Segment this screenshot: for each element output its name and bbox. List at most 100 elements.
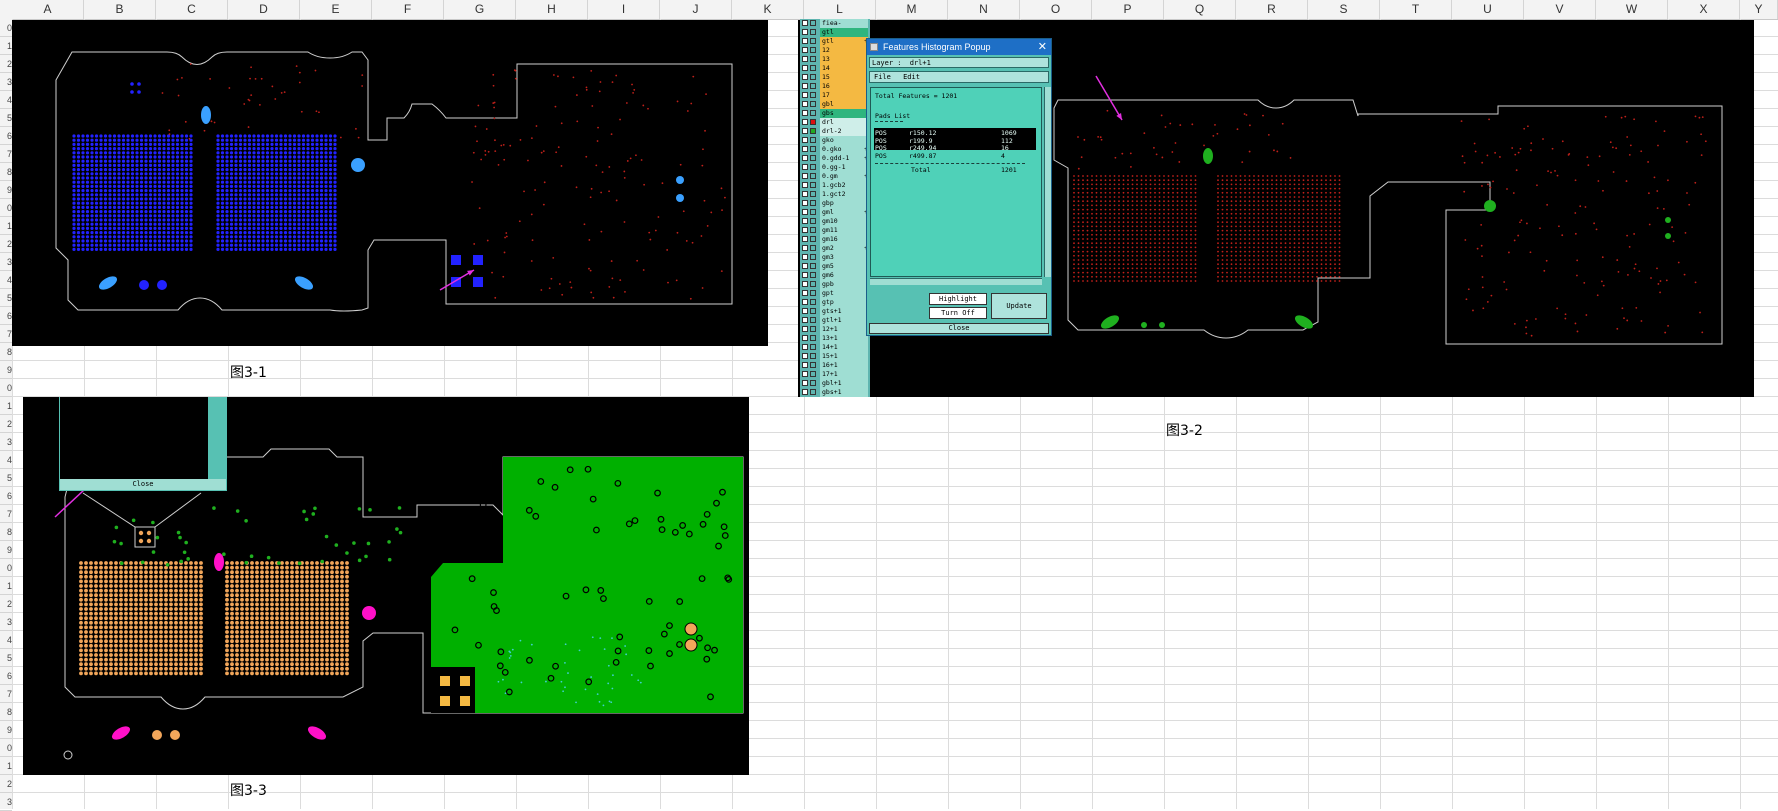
row-header[interactable]: 1 bbox=[0, 397, 12, 415]
layer-color-box[interactable] bbox=[810, 317, 816, 323]
layer-item[interactable]: 12 bbox=[800, 46, 870, 55]
layer-checkbox[interactable] bbox=[802, 290, 808, 296]
layer-item[interactable]: gpb bbox=[800, 280, 870, 289]
highlight-button[interactable]: Highlight bbox=[929, 293, 987, 305]
column-header-i[interactable]: I bbox=[588, 0, 660, 19]
layer-item[interactable]: gtl+ bbox=[800, 37, 870, 46]
layer-checkbox[interactable] bbox=[802, 83, 808, 89]
layer-checkbox[interactable] bbox=[802, 128, 808, 134]
column-header-v[interactable]: V bbox=[1524, 0, 1596, 19]
column-header-n[interactable]: N bbox=[948, 0, 1020, 19]
layer-item[interactable]: 0.gg-1 bbox=[800, 163, 870, 172]
layer-item[interactable]: 1.gct2 bbox=[800, 190, 870, 199]
layer-color-box[interactable] bbox=[810, 362, 816, 368]
layer-color-box[interactable] bbox=[810, 47, 816, 53]
layer-item[interactable]: 0.gdd-1+ bbox=[800, 154, 870, 163]
layer-list-panel[interactable]: fiea-gtlgtl+121314151617gblgbsdrldrl-2gk… bbox=[800, 19, 870, 397]
vertical-scrollbar[interactable] bbox=[1044, 87, 1051, 277]
layer-item[interactable]: 15+1 bbox=[800, 352, 870, 361]
row-header[interactable]: 0 bbox=[0, 739, 12, 757]
column-header-a[interactable]: A bbox=[12, 0, 84, 19]
row-header[interactable]: 3 bbox=[0, 253, 12, 271]
figure-3-1-image[interactable] bbox=[12, 20, 768, 346]
layer-color-box[interactable] bbox=[810, 164, 816, 170]
layer-checkbox[interactable] bbox=[802, 317, 808, 323]
row-header[interactable]: 4 bbox=[0, 271, 12, 289]
row-header[interactable]: 8 bbox=[0, 163, 12, 181]
row-header[interactable]: 1 bbox=[0, 37, 12, 55]
row-header[interactable]: 6 bbox=[0, 487, 12, 505]
layer-item[interactable]: drl bbox=[800, 118, 870, 127]
layer-checkbox[interactable] bbox=[802, 353, 808, 359]
row-header[interactable]: 2 bbox=[0, 415, 12, 433]
row-header[interactable]: 4 bbox=[0, 91, 12, 109]
layer-color-box[interactable] bbox=[810, 29, 816, 35]
layer-item[interactable]: 16 bbox=[800, 82, 870, 91]
row-header[interactable]: 3 bbox=[0, 793, 12, 811]
row-header[interactable]: 5 bbox=[0, 289, 12, 307]
row-header[interactable]: 3 bbox=[0, 73, 12, 91]
close-button[interactable]: Close bbox=[869, 323, 1049, 334]
layer-color-box[interactable] bbox=[810, 371, 816, 377]
layer-checkbox[interactable] bbox=[802, 119, 808, 125]
layer-color-box[interactable] bbox=[810, 173, 816, 179]
row-header[interactable]: 0 bbox=[0, 199, 12, 217]
layer-checkbox[interactable] bbox=[802, 137, 808, 143]
layer-item[interactable]: gbl+1 bbox=[800, 379, 870, 388]
layer-color-box[interactable] bbox=[810, 128, 816, 134]
layer-item[interactable]: fiea- bbox=[800, 19, 870, 28]
layer-item[interactable]: gm3 bbox=[800, 253, 870, 262]
layer-item[interactable]: 0.gko+ bbox=[800, 145, 870, 154]
layer-color-box[interactable] bbox=[810, 65, 816, 71]
layer-color-box[interactable] bbox=[810, 83, 816, 89]
features-histogram-popup[interactable]: Features Histogram Popup ✕ Layer : drl+1… bbox=[866, 38, 1052, 336]
layer-checkbox[interactable] bbox=[802, 200, 808, 206]
layer-checkbox[interactable] bbox=[802, 110, 808, 116]
layer-checkbox[interactable] bbox=[802, 389, 808, 395]
layer-color-box[interactable] bbox=[810, 227, 816, 233]
layer-color-box[interactable] bbox=[810, 119, 816, 125]
layer-item[interactable]: gbp bbox=[800, 199, 870, 208]
row-header[interactable]: 5 bbox=[0, 649, 12, 667]
layer-checkbox[interactable] bbox=[802, 263, 808, 269]
row-header[interactable]: 2 bbox=[0, 235, 12, 253]
update-button[interactable]: Update bbox=[991, 293, 1047, 319]
horizontal-scrollbar[interactable] bbox=[870, 278, 1042, 285]
layer-color-box[interactable] bbox=[810, 335, 816, 341]
layer-item[interactable]: gko bbox=[800, 136, 870, 145]
layer-color-box[interactable] bbox=[810, 380, 816, 386]
layer-checkbox[interactable] bbox=[802, 92, 808, 98]
column-header-m[interactable]: M bbox=[876, 0, 948, 19]
row-header[interactable]: 1 bbox=[0, 757, 12, 775]
layer-item[interactable]: 14 bbox=[800, 64, 870, 73]
column-header-l[interactable]: L bbox=[804, 0, 876, 19]
layer-color-box[interactable] bbox=[810, 290, 816, 296]
column-header-e[interactable]: E bbox=[300, 0, 372, 19]
layer-checkbox[interactable] bbox=[802, 209, 808, 215]
layer-color-box[interactable] bbox=[810, 155, 816, 161]
column-header-d[interactable]: D bbox=[228, 0, 300, 19]
layer-checkbox[interactable] bbox=[802, 65, 808, 71]
row-header[interactable]: 5 bbox=[0, 469, 12, 487]
row-header[interactable]: 1 bbox=[0, 217, 12, 235]
column-header-j[interactable]: J bbox=[660, 0, 732, 19]
layer-checkbox[interactable] bbox=[802, 191, 808, 197]
column-header-p[interactable]: P bbox=[1092, 0, 1164, 19]
layer-item[interactable]: 17+1 bbox=[800, 370, 870, 379]
layer-item[interactable]: drl-2 bbox=[800, 127, 870, 136]
layer-color-box[interactable] bbox=[810, 200, 816, 206]
layer-item[interactable]: 12+1 bbox=[800, 325, 870, 334]
row-header[interactable]: 4 bbox=[0, 451, 12, 469]
layer-item[interactable]: 14+1 bbox=[800, 343, 870, 352]
column-header-b[interactable]: B bbox=[84, 0, 156, 19]
layer-color-box[interactable] bbox=[810, 308, 816, 314]
layer-checkbox[interactable] bbox=[802, 155, 808, 161]
layer-item[interactable]: gbs+1 bbox=[800, 388, 870, 397]
layer-item[interactable]: 16+1 bbox=[800, 361, 870, 370]
menu-edit[interactable]: Edit bbox=[903, 73, 920, 81]
row-header[interactable]: 6 bbox=[0, 307, 12, 325]
layer-checkbox[interactable] bbox=[802, 326, 808, 332]
layer-checkbox[interactable] bbox=[802, 173, 808, 179]
layer-item[interactable]: 13+1 bbox=[800, 334, 870, 343]
layer-color-box[interactable] bbox=[810, 263, 816, 269]
